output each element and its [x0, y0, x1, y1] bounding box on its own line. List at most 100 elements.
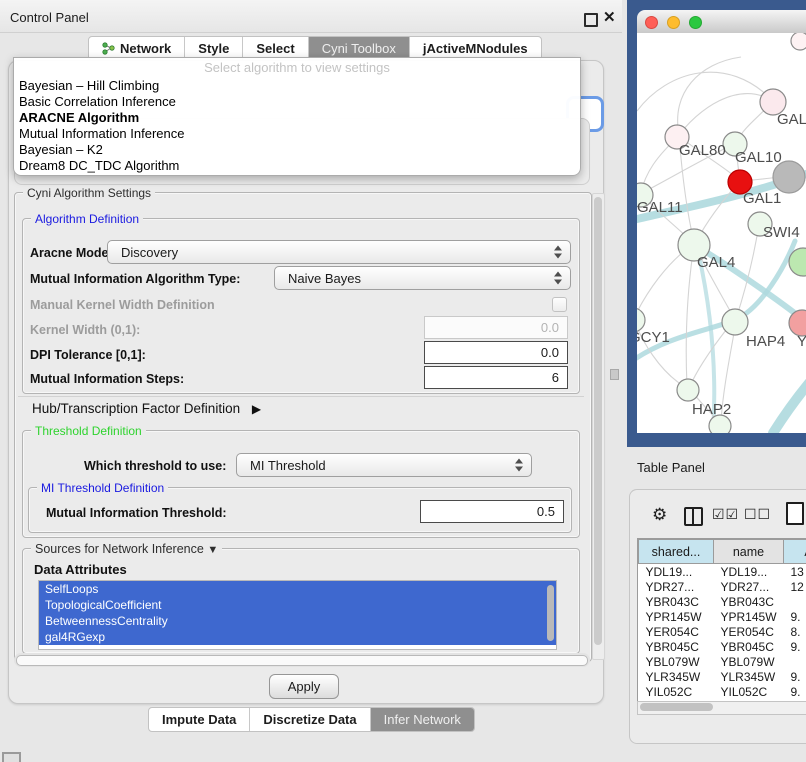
dpi-tolerance-field[interactable]: 0.0	[424, 341, 568, 364]
cell[interactable]: YER054C	[639, 624, 714, 639]
node-unlabeled[interactable]	[791, 33, 806, 50]
cell[interactable]: 9.	[784, 684, 806, 699]
column-header-name[interactable]: name	[714, 540, 784, 564]
cell[interactable]: YIL052C	[714, 684, 784, 699]
cell[interactable]: YDR27...	[714, 579, 784, 594]
hub-expander-label: Hub/Transcription Factor Definition	[32, 401, 240, 416]
cell[interactable]: YPR145W	[714, 609, 784, 624]
manual-kernel-checkbox[interactable]	[552, 297, 567, 312]
splitter-handle[interactable]	[610, 369, 619, 380]
table-row[interactable]: YER054CYER054C8.	[639, 624, 806, 639]
dropdown-item-aracne[interactable]: ARACNE Algorithm	[14, 110, 580, 126]
list-item-topologicalcoefficient[interactable]: TopologicalCoefficient	[39, 597, 556, 613]
tab-impute-data[interactable]: Impute Data	[149, 708, 249, 731]
tab-discretize-data[interactable]: Discretize Data	[249, 708, 369, 731]
dropdown-item-bayesian-hill-climbing[interactable]: Bayesian – Hill Climbing	[14, 78, 580, 94]
cell[interactable]: 13	[784, 564, 806, 580]
mini-panel-icon[interactable]	[2, 752, 21, 762]
aracne-mode-combo[interactable]: Discovery	[107, 240, 571, 264]
network-view-canvas[interactable]: GAL GAL80 GAL10 GAL1 GAL11 SWI4 GAL4 GCY…	[637, 33, 806, 433]
cell[interactable]: YPR145W	[639, 609, 714, 624]
list-vertical-scrollbar-thumb[interactable]	[547, 585, 554, 641]
dropdown-item-mutual-information[interactable]: Mutual Information Inference	[14, 126, 580, 142]
mi-threshold-field[interactable]: 0.5	[420, 500, 564, 523]
column-header-shared-name[interactable]: shared...	[639, 540, 714, 564]
table-row[interactable]: YLR345WYLR345W9.	[639, 669, 806, 684]
close-traffic-light[interactable]	[645, 16, 658, 29]
list-item-betweennesscentrality[interactable]: BetweennessCentrality	[39, 613, 556, 629]
cell[interactable]: YBR045C	[714, 639, 784, 654]
cell[interactable]: YDR27...	[639, 579, 714, 594]
settings-vertical-scrollbar[interactable]	[592, 193, 605, 660]
network-window-titlebar[interactable]	[637, 10, 806, 34]
tab-network-label: Network	[120, 41, 171, 56]
cell[interactable]: YBR043C	[639, 594, 714, 609]
float-window-icon[interactable]	[584, 13, 598, 27]
cell[interactable]: 9.	[784, 669, 806, 684]
table-row[interactable]: YPR145WYPR145W9.	[639, 609, 806, 624]
table-horizontal-scrollbar[interactable]	[637, 701, 806, 715]
cell[interactable]: YIL052C	[639, 684, 714, 699]
cell[interactable]: YER054C	[714, 624, 784, 639]
minimize-traffic-light[interactable]	[667, 16, 680, 29]
column-header-cut[interactable]: A	[784, 540, 806, 564]
apply-button[interactable]: Apply	[269, 674, 339, 699]
cell[interactable]: YBL079W	[714, 654, 784, 669]
cell[interactable]: YBL079W	[639, 654, 714, 669]
cell[interactable]: YDL19...	[714, 564, 784, 580]
cell[interactable]: 12	[784, 579, 806, 594]
cell[interactable]: YLR345W	[714, 669, 784, 684]
node-hap2[interactable]	[677, 379, 699, 401]
zoom-traffic-light[interactable]	[689, 16, 702, 29]
bottom-tabbar: Impute Data Discretize Data Infer Networ…	[148, 707, 475, 732]
cell[interactable]: YDL19...	[639, 564, 714, 580]
application-root: Control Panel ✕ Network Style Select Cyn…	[0, 0, 806, 762]
table-horizontal-scrollbar-thumb[interactable]	[640, 703, 713, 711]
mi-type-combo[interactable]: Naive Bayes	[274, 266, 571, 290]
cell[interactable]	[784, 594, 806, 609]
unselect-all-columns-icon[interactable]: ☐☐	[744, 506, 771, 523]
mi-type-label: Mutual Information Algorithm Type:	[30, 272, 240, 286]
settings-horizontal-scrollbar[interactable]	[14, 653, 590, 667]
dropdown-item-bayesian-k2[interactable]: Bayesian – K2	[14, 142, 580, 158]
settings-horizontal-scrollbar-thumb[interactable]	[16, 655, 588, 666]
gear-icon[interactable]: ⚙	[652, 505, 667, 525]
table-row[interactable]: YBL079WYBL079W	[639, 654, 806, 669]
cell[interactable]: 8.	[784, 624, 806, 639]
columns-icon[interactable]	[684, 507, 703, 526]
which-threshold-combo[interactable]: MI Threshold	[236, 453, 532, 477]
mi-steps-field[interactable]: 6	[424, 366, 568, 389]
cell[interactable]: 9.	[784, 639, 806, 654]
hub-expander[interactable]: Hub/Transcription Factor Definition ▶	[32, 401, 261, 416]
table-row[interactable]: YBR043CYBR043C	[639, 594, 806, 609]
close-icon[interactable]: ✕	[603, 8, 616, 26]
table-row[interactable]: YBR045CYBR045C9.	[639, 639, 806, 654]
mi-steps-label: Mutual Information Steps:	[30, 372, 184, 386]
cell[interactable]: 9.	[784, 609, 806, 624]
node-label-gal10: GAL10	[735, 149, 782, 166]
settings-vertical-scrollbar-thumb[interactable]	[594, 197, 602, 645]
cell[interactable]	[784, 654, 806, 669]
tab-infer-network[interactable]: Infer Network	[370, 708, 474, 731]
list-item-selfloops[interactable]: SelfLoops	[39, 581, 556, 597]
table-row[interactable]: YDL19...YDL19...13	[639, 564, 806, 580]
new-table-icon[interactable]	[786, 502, 804, 525]
cell[interactable]: YBR043C	[714, 594, 784, 609]
table-row[interactable]: YDR27...YDR27...12	[639, 579, 806, 594]
dropdown-item-basic-correlation[interactable]: Basic Correlation Inference	[14, 94, 580, 110]
node-hap4[interactable]	[722, 309, 748, 335]
select-all-columns-icon[interactable]: ☑☑	[712, 506, 739, 523]
data-attributes-label: Data Attributes	[34, 562, 127, 577]
cell[interactable]: YLR345W	[639, 669, 714, 684]
combo-stepper-icon	[514, 459, 524, 472]
list-item-gal4rgexp[interactable]: gal4RGexp	[39, 629, 556, 645]
mi-threshold-group-title: MI Threshold Definition	[37, 481, 168, 495]
dropdown-item-dream8[interactable]: Dream8 DC_TDC Algorithm	[14, 158, 580, 174]
table-row[interactable]: YIL052CYIL052C9.	[639, 684, 806, 699]
kernel-width-field[interactable]: 0.0	[424, 316, 568, 339]
table-header-row: shared... name A	[639, 540, 806, 564]
sources-expander[interactable]: Sources for Network Inference ▼	[31, 542, 222, 556]
control-panel-title: Control Panel	[10, 10, 89, 25]
cell[interactable]: YBR045C	[639, 639, 714, 654]
network-icon	[102, 42, 115, 55]
